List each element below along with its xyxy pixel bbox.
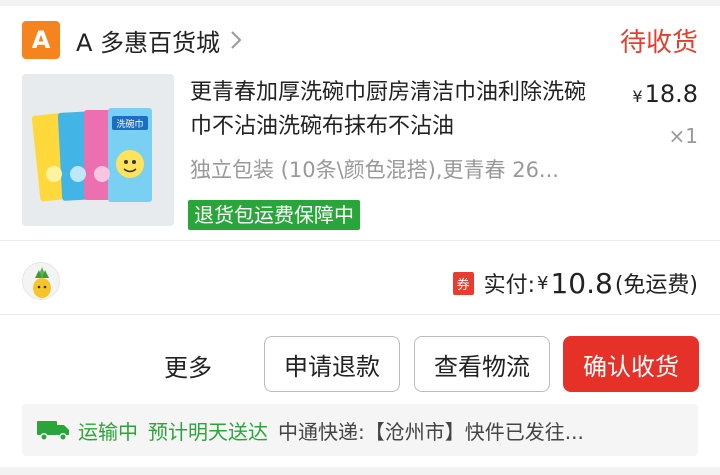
price-currency: ¥ [632,87,643,106]
product-quantity: ×1 [668,124,698,148]
package-label: 洗碗巾 [116,118,143,130]
order-card: A A 多惠百货城 待收货 洗碗巾 更青春加厚洗碗巾厨房清洁巾油利除洗碗巾不沾油… [0,6,720,467]
order-status: 待收货 [619,27,698,58]
paid-label: 实付: [483,273,536,298]
product-spec: 独立包装 (10条\颜色混搭),更青春 26... [190,158,559,182]
divider [0,314,720,315]
view-logistics-button[interactable]: 查看物流 [414,336,550,392]
shipping-status: 运输中 [78,419,138,444]
shop-logo: A [22,21,60,59]
shipping-detail: 中通快递:【沧州市】快件已发往... [278,419,584,444]
shop-header[interactable]: A A 多惠百货城 待收货 [22,20,698,60]
avatar [22,262,60,300]
confirm-receipt-button[interactable]: 确认收货 [563,336,699,392]
coupon-badge: 券 [452,271,474,295]
shipping-status-bar[interactable]: 运输中 预计明天送达 中通快递:【沧州市】快件已发往... [22,404,698,456]
paid-amount: 10.8 [550,266,613,300]
product-title[interactable]: 更青春加厚洗碗巾厨房清洁巾油利除洗碗巾不沾油洗碗布抹布不沾油 [190,76,600,144]
product-thumbnail[interactable]: 洗碗巾 [22,74,174,226]
truck-icon [37,421,69,441]
shipping-fee-note: (免运费) [614,273,698,298]
shop-name[interactable]: A 多惠百货城 [76,23,220,58]
price-value: 18.8 [644,80,698,108]
pineapple-avatar-icon [33,267,51,298]
payment-summary: 券 实付: ¥ 10.8 (免运费) [452,264,698,302]
return-shipping-badge: 退货包运费保障中 [188,200,360,230]
chevron-right-icon [230,30,250,50]
product-price: ¥18.8 [632,80,698,108]
shipping-eta: 预计明天送达 [148,419,268,444]
paid-currency: ¥ [537,272,549,294]
request-refund-button[interactable]: 申请退款 [264,336,400,392]
divider [0,240,720,241]
dishcloth-package-image: 洗碗巾 [22,74,174,226]
more-button[interactable]: 更多 [164,348,212,383]
